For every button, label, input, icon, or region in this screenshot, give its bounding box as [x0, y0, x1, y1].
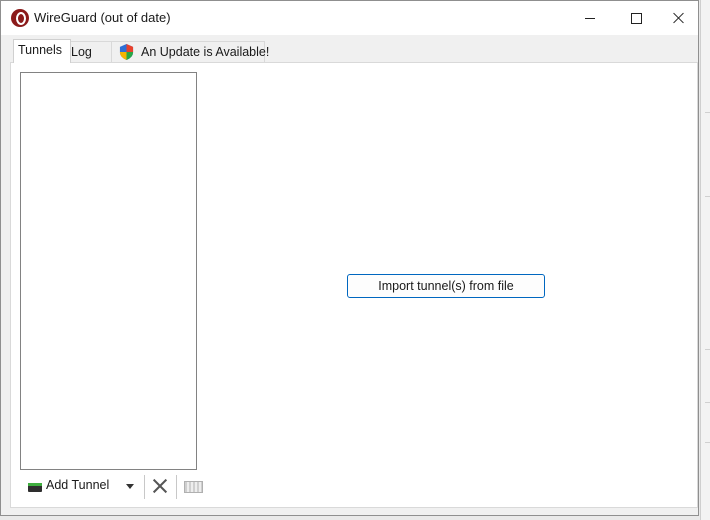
window-title: WireGuard (out of date)	[34, 10, 171, 25]
maximize-icon	[630, 12, 642, 24]
wireguard-window: WireGuard (out of date) Log An Update is…	[0, 0, 699, 516]
chevron-down-icon[interactable]	[126, 484, 134, 489]
toolbar-divider	[144, 475, 145, 499]
delete-tunnel-button[interactable]	[151, 477, 169, 495]
toolbar-divider	[176, 475, 177, 499]
add-tunnel-icon	[28, 483, 42, 492]
tunnels-panel: Add Tunnel Import tunnel(s) from file	[10, 62, 698, 508]
tab-label: Log	[71, 45, 92, 59]
maximize-button[interactable]	[613, 1, 659, 35]
import-tunnel-button[interactable]: Import tunnel(s) from file	[347, 274, 545, 298]
tab-log[interactable]: Log	[66, 41, 112, 62]
tab-update-available[interactable]: An Update is Available!	[111, 41, 269, 62]
minimize-icon	[585, 17, 595, 19]
background-window-edge	[700, 0, 710, 520]
close-icon	[673, 12, 685, 24]
add-tunnel-label: Add Tunnel	[46, 478, 110, 492]
tab-label: Tunnels	[18, 43, 63, 57]
close-button[interactable]	[659, 1, 699, 35]
tab-label: An Update is Available!	[141, 45, 270, 59]
tab-tunnels[interactable]: Tunnels	[13, 39, 71, 63]
title-bar[interactable]: WireGuard (out of date)	[1, 1, 698, 35]
tunnel-list[interactable]	[20, 72, 197, 470]
export-tunnels-button[interactable]	[184, 479, 203, 493]
minimize-button[interactable]	[567, 1, 613, 35]
wireguard-app-icon	[11, 9, 29, 27]
shield-icon	[119, 44, 134, 60]
add-tunnel-button[interactable]: Add Tunnel	[26, 475, 136, 497]
